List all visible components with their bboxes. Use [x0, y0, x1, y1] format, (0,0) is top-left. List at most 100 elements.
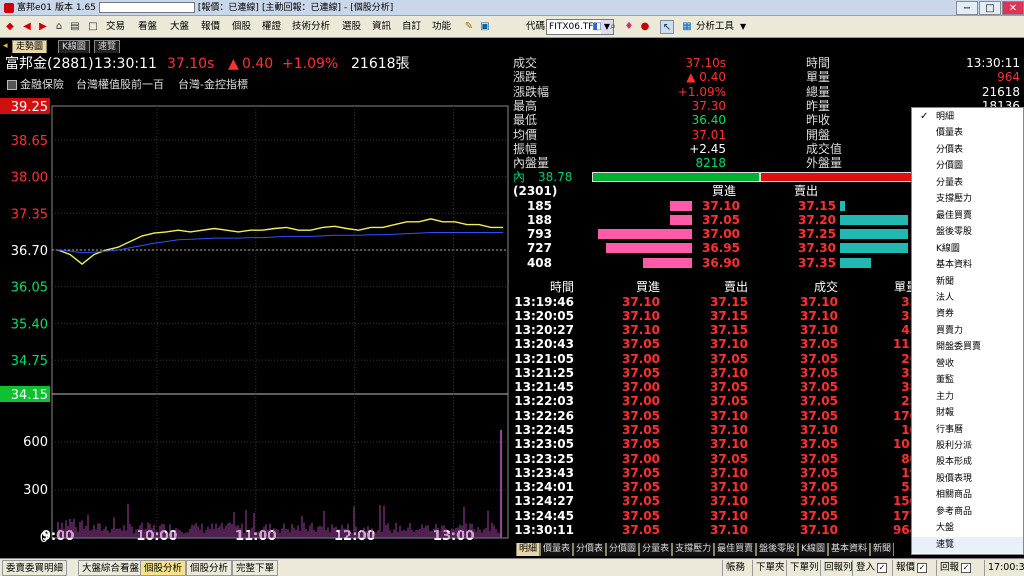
alert-icon[interactable]: ♦: [622, 20, 636, 34]
category-industry[interactable]: 金融保險: [20, 76, 64, 94]
context-menu-item[interactable]: 買賣力: [912, 323, 1023, 339]
menu-function[interactable]: 功能: [432, 16, 451, 38]
back-icon[interactable]: ◀: [20, 20, 34, 34]
context-menu-item[interactable]: K線圖: [912, 241, 1023, 257]
search-icon[interactable]: ⌕: [606, 20, 620, 34]
context-menu-item[interactable]: 分價圖: [912, 158, 1023, 174]
status-order-folder[interactable]: 下單夾: [752, 560, 788, 576]
edit-icon[interactable]: ✎: [462, 20, 476, 34]
status-login[interactable]: 登入 ✓: [852, 560, 890, 576]
menu-warrant[interactable]: 權證: [262, 16, 281, 38]
intraday-chart[interactable]: 39.25 38.65 38.00 37.35 36.70 36.05 35.40 34.75…: [0, 96, 510, 546]
stop-icon[interactable]: ●: [638, 20, 652, 34]
menu-stock[interactable]: 個股: [232, 16, 251, 38]
context-menu-item[interactable]: 新聞: [912, 274, 1023, 290]
maximize-button[interactable]: □: [979, 1, 1001, 15]
detail-tab[interactable]: K線圖: [798, 543, 829, 556]
tab-trend-chart[interactable]: 走勢圖: [12, 40, 48, 53]
context-menu-item[interactable]: 財報: [912, 405, 1023, 421]
tick-cell: 37.05: [622, 408, 660, 423]
menu-market[interactable]: 大盤: [170, 16, 189, 38]
window-icon[interactable]: □: [86, 20, 100, 34]
taskbar-tab-stock-analysis[interactable]: 個股分析: [186, 560, 233, 576]
tick-cell: 37.05: [800, 437, 838, 452]
category-checkbox[interactable]: [7, 80, 17, 90]
tab-overview[interactable]: 速覽: [94, 40, 121, 53]
status-account[interactable]: 帳務: [722, 560, 748, 576]
menu-custom[interactable]: 自訂: [402, 16, 421, 38]
context-menu-item[interactable]: 速覽: [912, 536, 1023, 554]
taskbar-tab-market[interactable]: 大盤綜合看盤: [78, 560, 144, 576]
context-menu-item[interactable]: 主力: [912, 389, 1023, 405]
menu-trade[interactable]: 交易: [106, 16, 125, 38]
tick-cell: 37.05: [800, 394, 838, 409]
context-menu-item[interactable]: 行事曆: [912, 422, 1023, 438]
detail-tab[interactable]: 分價表: [573, 543, 607, 556]
context-menu-item[interactable]: 價量表: [912, 125, 1023, 141]
status-quote[interactable]: 報價 ✓: [892, 560, 930, 576]
context-menu-item[interactable]: 支撐壓力: [912, 191, 1023, 207]
menu-watch[interactable]: 看盤: [138, 16, 157, 38]
context-menu-item[interactable]: 股價表現: [912, 471, 1023, 487]
context-menu-item[interactable]: 分價表: [912, 142, 1023, 158]
context-menu-item[interactable]: 分量表: [912, 175, 1023, 191]
pointer-icon[interactable]: ↖: [660, 20, 674, 34]
context-menu-label: 董監: [936, 375, 955, 386]
detail-tab[interactable]: 新聞: [870, 543, 895, 556]
taskbar-tab-order-detail[interactable]: 委賣委買明細: [2, 560, 68, 576]
tick-cell: 37.05: [622, 522, 660, 537]
detail-tab[interactable]: 盤後零股: [756, 543, 799, 556]
tick-cell: 37.10: [710, 522, 748, 537]
context-menu-item[interactable]: 最佳買賣: [912, 208, 1023, 224]
home-icon[interactable]: ⌂: [52, 20, 66, 34]
context-menu-item[interactable]: 股本形成: [912, 454, 1023, 470]
tab-k-chart[interactable]: K線圖: [58, 40, 90, 53]
app-menu-icon[interactable]: ◆: [3, 20, 17, 34]
status-report[interactable]: 回報 ✓: [936, 560, 974, 576]
menu-technical[interactable]: 技術分析: [292, 16, 330, 38]
context-menu-item[interactable]: 資券: [912, 306, 1023, 322]
tick-cell: 26: [901, 351, 918, 366]
context-menu-item[interactable]: 大盤: [912, 520, 1023, 536]
context-menu-item[interactable]: 營收: [912, 356, 1023, 372]
menu-quote[interactable]: 報價: [201, 16, 220, 38]
category-top100[interactable]: 台灣權值股前一百: [76, 76, 164, 94]
taskbar-tab-stock-analysis-active[interactable]: 個股分析: [140, 560, 187, 576]
quote-label-right: 昨量: [806, 98, 831, 113]
context-menu-item[interactable]: 開盤委買賣: [912, 339, 1023, 355]
menu-screener[interactable]: 選股: [342, 16, 361, 38]
chart-icon[interactable]: ◧: [590, 20, 604, 34]
detail-tab[interactable]: 明細: [516, 543, 541, 556]
detail-tab[interactable]: 支撐壓力: [672, 543, 715, 556]
context-menu-item[interactable]: 參考商品: [912, 504, 1023, 520]
detail-tab[interactable]: 分量表: [639, 543, 673, 556]
context-menu-item[interactable]: 盤後零股: [912, 224, 1023, 240]
analysis-icon[interactable]: ▦: [680, 20, 694, 34]
context-menu-item[interactable]: ✓ 明細: [912, 109, 1023, 125]
minimize-button[interactable]: −: [956, 1, 978, 15]
detail-tab[interactable]: 價量表: [540, 543, 574, 556]
context-menu-item[interactable]: 相關商品: [912, 487, 1023, 503]
forward-icon[interactable]: ▶: [36, 20, 50, 34]
close-button[interactable]: ✕: [1002, 1, 1024, 15]
context-menu-item[interactable]: 基本資料: [912, 257, 1023, 273]
category-fhc-index[interactable]: 台灣-金控指標: [178, 76, 248, 94]
save-icon[interactable]: ▣: [478, 20, 492, 34]
print-icon[interactable]: ▤: [68, 20, 82, 34]
context-menu-item[interactable]: 董監: [912, 372, 1023, 388]
menu-info[interactable]: 資訊: [372, 16, 391, 38]
nav-left-icon[interactable]: ◂: [0, 40, 11, 53]
analysis-tools-menu[interactable]: 分析工具: [696, 16, 734, 38]
ask-price: 37.35: [798, 255, 836, 270]
status-order-bar[interactable]: 下單列: [786, 560, 822, 576]
context-menu-item[interactable]: 法人: [912, 290, 1023, 306]
taskbar-tab-full-order[interactable]: 完整下單: [232, 560, 279, 576]
analysis-dropdown-icon[interactable]: ▼: [740, 16, 746, 38]
detail-tab[interactable]: 基本資料: [828, 543, 871, 556]
context-menu-item[interactable]: 股利分派: [912, 438, 1023, 454]
tick-cell: 13:24:01: [514, 480, 574, 495]
status-report-bar[interactable]: 回報列: [820, 560, 856, 576]
detail-tab[interactable]: 分價圖: [606, 543, 640, 556]
price-axis-label: 38.65: [11, 134, 48, 149]
detail-tab[interactable]: 最佳買賣: [714, 543, 757, 556]
